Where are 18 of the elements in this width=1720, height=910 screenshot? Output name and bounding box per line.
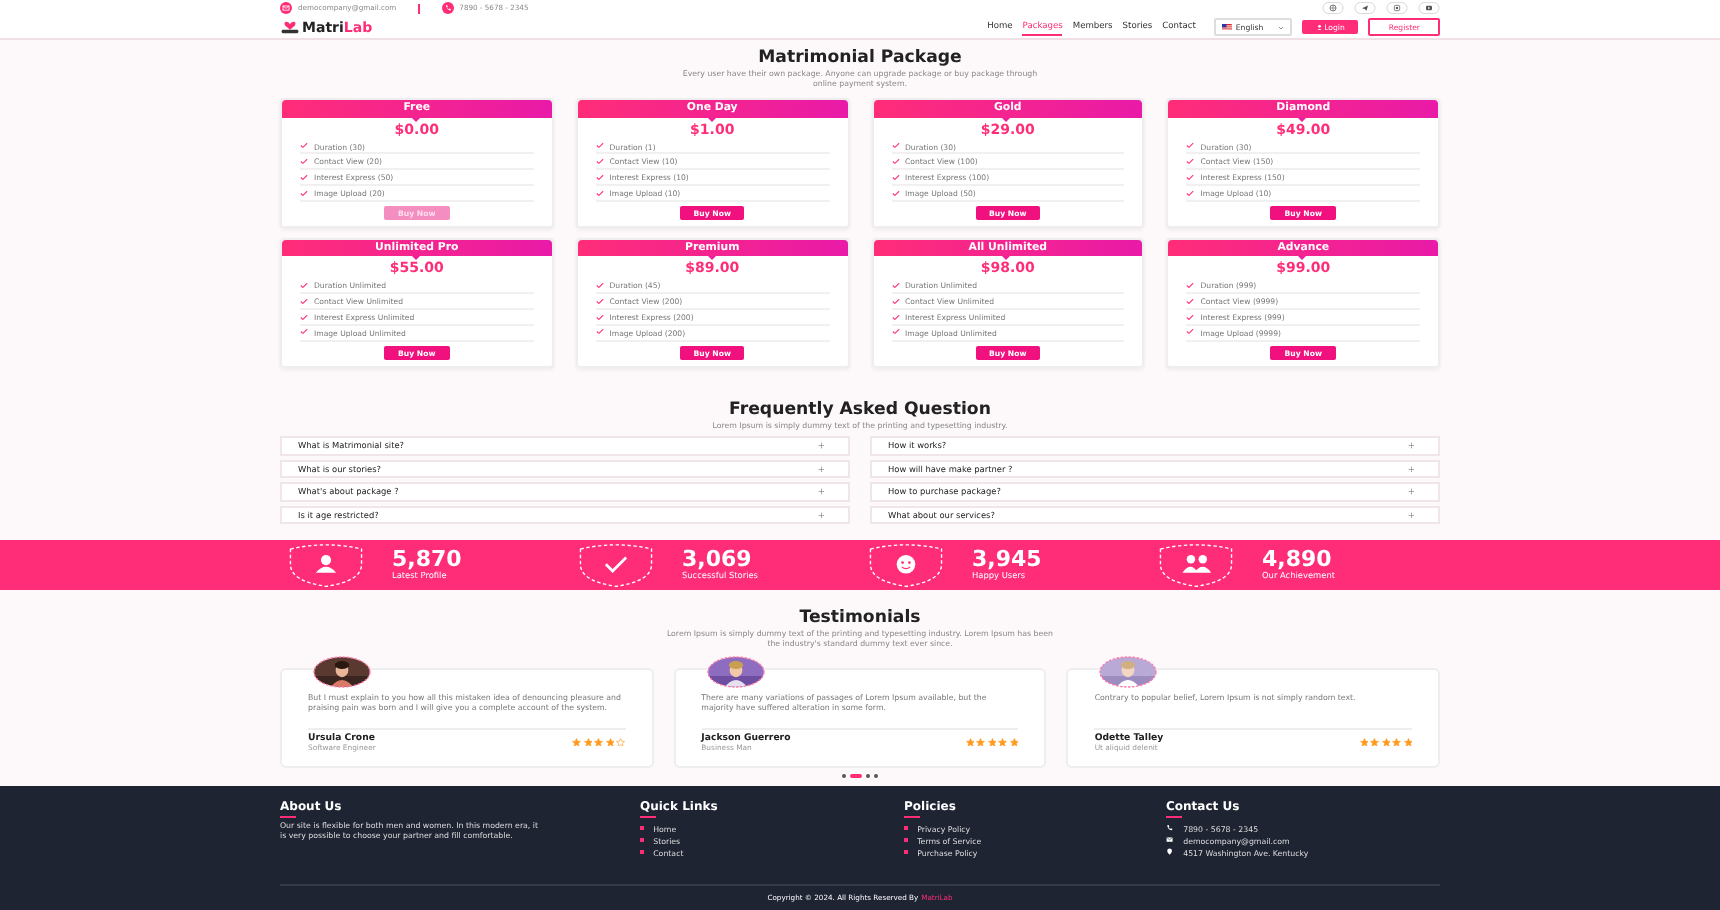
stat-value: 3,945 [972, 550, 1042, 571]
camera-icon[interactable] [1386, 2, 1408, 14]
play-icon[interactable] [1418, 2, 1440, 14]
globe-icon[interactable] [1322, 2, 1344, 14]
section-title: Testimonials [797, 608, 923, 629]
user-icon [1315, 23, 1323, 31]
stat-value: 3,069 [682, 550, 752, 571]
section-title: Frequently Asked Question [727, 399, 993, 420]
couple-logo-icon[interactable] [280, 20, 300, 34]
flag-icon [1221, 23, 1232, 31]
map-pin-icon [1166, 848, 1174, 856]
star-outline-icon [616, 737, 626, 747]
stat-value: 4,890 [1262, 550, 1332, 571]
envelope-icon [1166, 836, 1174, 844]
section-title: Matrimonial Package [756, 48, 964, 68]
phone-icon [1166, 824, 1174, 832]
send-icon[interactable] [1354, 2, 1376, 14]
stat-value: 5,870 [392, 550, 462, 571]
